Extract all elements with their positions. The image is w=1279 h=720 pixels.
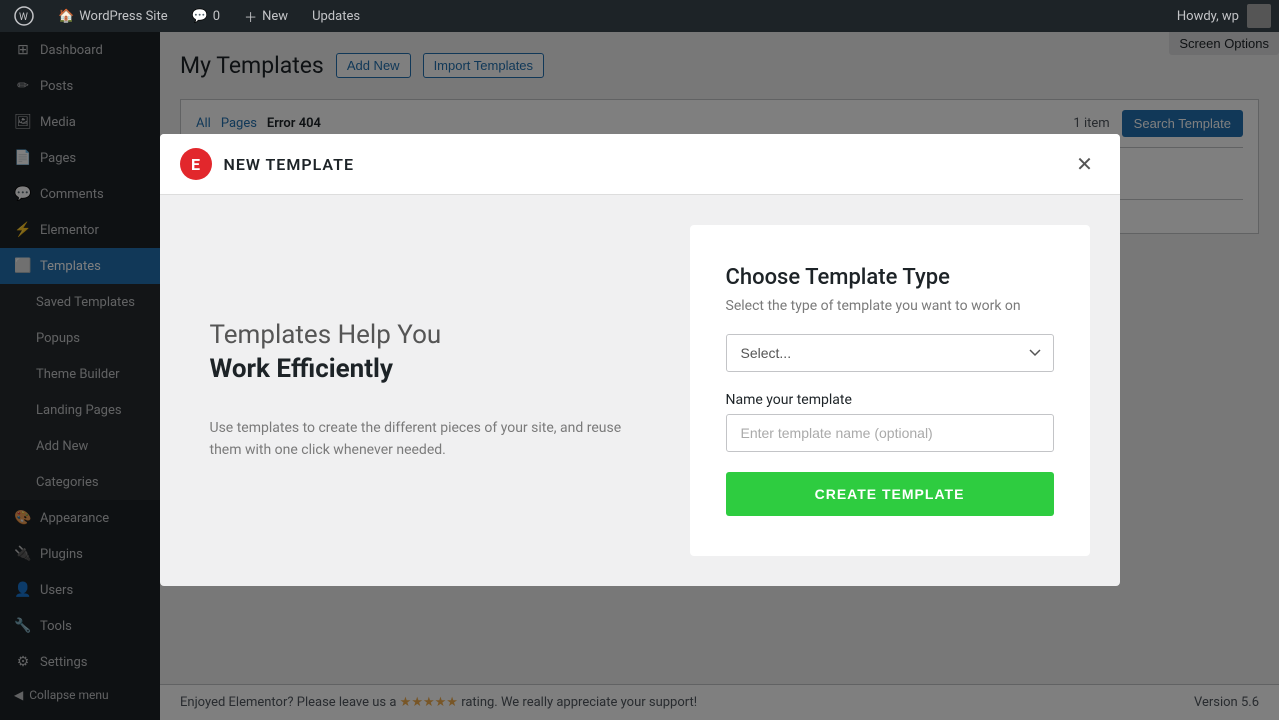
modal-left-panel: Templates Help You Work Efficiently Use … [190, 225, 660, 556]
updates-label: Updates [312, 9, 360, 24]
admin-bar-site[interactable]: 🏠 WordPress Site [52, 0, 174, 32]
modal-close-button[interactable]: ✕ [1070, 149, 1100, 179]
new-template-modal: E NEW TEMPLATE ✕ Templates Help You Work… [160, 134, 1120, 586]
template-name-input[interactable] [726, 414, 1054, 452]
template-name-group: Name your template [726, 392, 1054, 452]
modal-body: Templates Help You Work Efficiently Use … [160, 195, 1120, 586]
template-type-select[interactable]: Select... [726, 334, 1054, 372]
template-type-group: Select... [726, 334, 1054, 372]
modal-right-panel: Choose Template Type Select the type of … [690, 225, 1090, 556]
template-name-label: Name your template [726, 392, 1054, 408]
svg-text:W: W [19, 12, 28, 23]
modal-title: NEW TEMPLATE [224, 155, 354, 174]
elementor-modal-logo: E [180, 148, 212, 180]
modal-header: E NEW TEMPLATE ✕ [160, 134, 1120, 195]
modal-overlay: E NEW TEMPLATE ✕ Templates Help You Work… [0, 0, 1279, 720]
modal-promo-title: Templates Help You Work Efficiently [210, 319, 640, 387]
create-template-button[interactable]: CREATE TEMPLATE [726, 472, 1054, 516]
admin-bar-updates[interactable]: Updates [306, 0, 366, 32]
comments-icon: 💬 [192, 9, 208, 24]
admin-bar-comments[interactable]: 💬 0 [186, 0, 227, 32]
comments-count: 0 [213, 9, 220, 24]
form-subtitle: Select the type of template you want to … [726, 298, 1054, 314]
form-title: Choose Template Type [726, 265, 1054, 290]
plus-icon: ＋ [244, 7, 257, 26]
site-name: WordPress Site [79, 9, 167, 24]
modal-logo-letter: E [191, 155, 200, 174]
avatar [1247, 4, 1271, 28]
admin-bar-right: Howdy, wp [1177, 4, 1271, 28]
modal-title-bold: Work Efficiently [210, 354, 394, 384]
modal-promo-description: Use templates to create the different pi… [210, 417, 640, 462]
admin-bar-new[interactable]: ＋ New [238, 0, 294, 32]
admin-bar: W 🏠 WordPress Site 💬 0 ＋ New Updates How… [0, 0, 1279, 32]
admin-bar-logo-item[interactable]: W [8, 0, 40, 32]
home-icon: 🏠 [58, 9, 74, 24]
wordpress-logo-icon: W [14, 6, 34, 26]
howdy-label: Howdy, wp [1177, 9, 1239, 24]
new-label: New [262, 9, 288, 24]
modal-title-normal: Templates Help You [210, 320, 442, 350]
